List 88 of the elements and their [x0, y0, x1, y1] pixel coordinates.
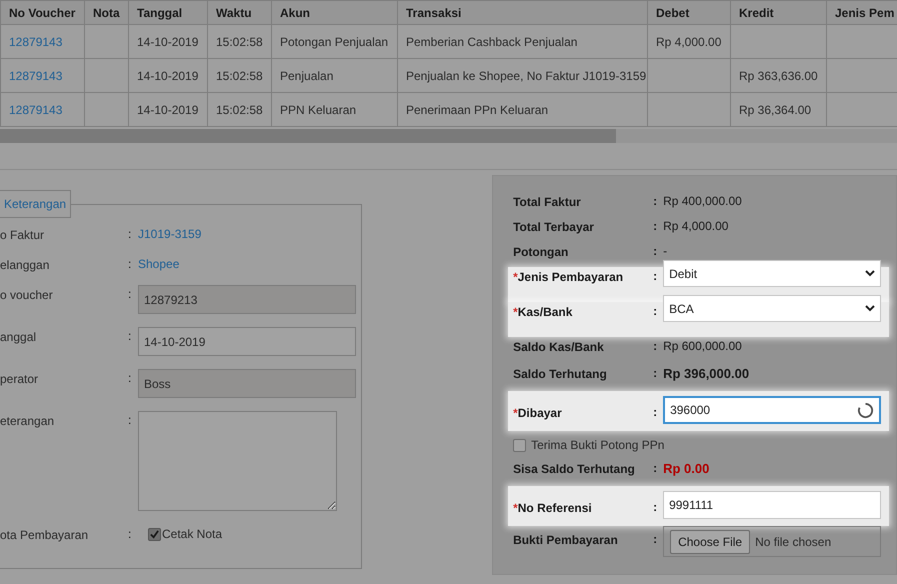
file-input[interactable]: Choose File No file chosen	[663, 526, 882, 557]
column-header: Debet	[648, 0, 730, 24]
section-legend: Keterangan	[0, 190, 72, 218]
colon: :	[653, 338, 658, 355]
table-cell: 15:02:58	[216, 102, 263, 116]
column-header: Transaksi	[398, 0, 648, 24]
text-field[interactable]: 396000	[663, 396, 882, 424]
field-label: *Kas/Bank	[513, 304, 574, 321]
colon: :	[128, 412, 132, 429]
field-value: Rp 4,000.00	[663, 218, 728, 235]
field-label: *No Referensi	[513, 500, 593, 517]
table-cell: 14-10-2019	[137, 102, 198, 116]
colon: :	[653, 460, 658, 477]
colon: :	[653, 268, 658, 285]
table-cell: 15:02:58	[216, 68, 263, 82]
text-field[interactable]: 12879213	[138, 285, 356, 314]
field-label: *Dibayar	[513, 405, 563, 422]
chevron-down-icon	[865, 270, 876, 277]
colon: :	[653, 365, 658, 382]
colon: :	[653, 531, 658, 548]
field-label: Saldo Terhutang	[513, 366, 608, 383]
choose-file-button[interactable]: Choose File	[670, 530, 750, 554]
field-value: Rp 400,000.00	[663, 193, 742, 210]
field-label: Total Terbayar	[513, 219, 595, 236]
field-label: eterangan	[0, 413, 56, 430]
file-status: No file chosen	[755, 534, 832, 550]
table-cell: Rp 36,364.00	[739, 102, 812, 116]
colon: :	[653, 193, 658, 210]
colon: :	[128, 226, 132, 243]
column-header: No Voucher	[0, 0, 84, 24]
text-field[interactable]: 14-10-2019	[138, 327, 356, 356]
field-label: Sisa Saldo Terhutang	[513, 461, 636, 478]
field-label: o Faktur	[0, 227, 46, 244]
text-field[interactable]: 9991111	[663, 491, 882, 519]
field-label: *Jenis Pembayaran	[513, 269, 624, 286]
table-cell: Penjualan ke Shopee, No Faktur J1019-3159	[406, 68, 646, 82]
horizontal-scrollbar[interactable]	[0, 129, 897, 143]
colon: :	[653, 243, 658, 260]
table-cell: Rp 363,636.00	[739, 68, 818, 82]
field-label: Saldo Kas/Bank	[513, 339, 605, 356]
field-value: Rp 600,000.00	[663, 338, 742, 355]
field-label: Bukti Pembayaran	[513, 532, 619, 549]
table-cell: PPN Keluaran	[280, 102, 356, 116]
scrollbar-thumb[interactable]	[0, 129, 616, 143]
column-header: Nota	[84, 0, 128, 24]
colon: :	[653, 499, 658, 516]
column-header: Akun	[272, 0, 398, 24]
table-cell: 15:02:58	[216, 34, 263, 48]
colon: :	[653, 404, 658, 421]
field-value: Rp 396,000.00	[663, 365, 750, 383]
table-cell: Potongan Penjualan	[280, 34, 388, 48]
checkbox-label: Cetak Nota	[162, 526, 222, 543]
field-value: -	[663, 243, 668, 260]
field-label: anggal	[0, 329, 38, 346]
table-cell: 14-10-2019	[137, 34, 198, 48]
select-field[interactable]: BCA	[663, 295, 882, 322]
checkbox[interactable]	[148, 528, 161, 540]
field-label: o voucher	[0, 287, 54, 304]
chevron-down-icon	[865, 305, 876, 312]
check-icon	[150, 530, 159, 538]
table-cell: Penerimaan PPn Keluaran	[406, 102, 548, 116]
column-header: Jenis Pem	[826, 0, 897, 24]
text-area[interactable]	[138, 411, 337, 511]
checkbox[interactable]	[513, 438, 526, 452]
loading-spinner-icon	[857, 402, 874, 418]
table-cell: Rp 4,000.00	[656, 34, 722, 48]
colon: :	[128, 256, 132, 273]
column-header: Waktu	[208, 0, 272, 24]
column-header: Kredit	[730, 0, 826, 24]
colon: :	[128, 286, 132, 303]
field-label: ota Pembayaran	[0, 527, 90, 544]
table-cell: 14-10-2019	[137, 68, 198, 82]
select-field[interactable]: Debit	[663, 260, 882, 287]
checkbox-label: Terima Bukti Potong PPn	[531, 437, 664, 454]
colon: :	[653, 218, 658, 235]
text-field[interactable]: Boss	[138, 369, 356, 398]
table-cell: Penjualan	[280, 68, 334, 82]
colon: :	[128, 526, 132, 543]
colon: :	[653, 303, 658, 320]
column-header: Tanggal	[128, 0, 208, 24]
colon: :	[128, 328, 132, 345]
field-label: Total Faktur	[513, 194, 582, 211]
field-label: elanggan	[0, 257, 50, 274]
field-value: Rp 0.00	[663, 460, 710, 478]
field-label: perator	[0, 371, 40, 388]
colon: :	[128, 370, 132, 387]
table-cell: Pemberian Cashback Penjualan	[406, 34, 578, 48]
field-label: Potongan	[513, 244, 570, 261]
